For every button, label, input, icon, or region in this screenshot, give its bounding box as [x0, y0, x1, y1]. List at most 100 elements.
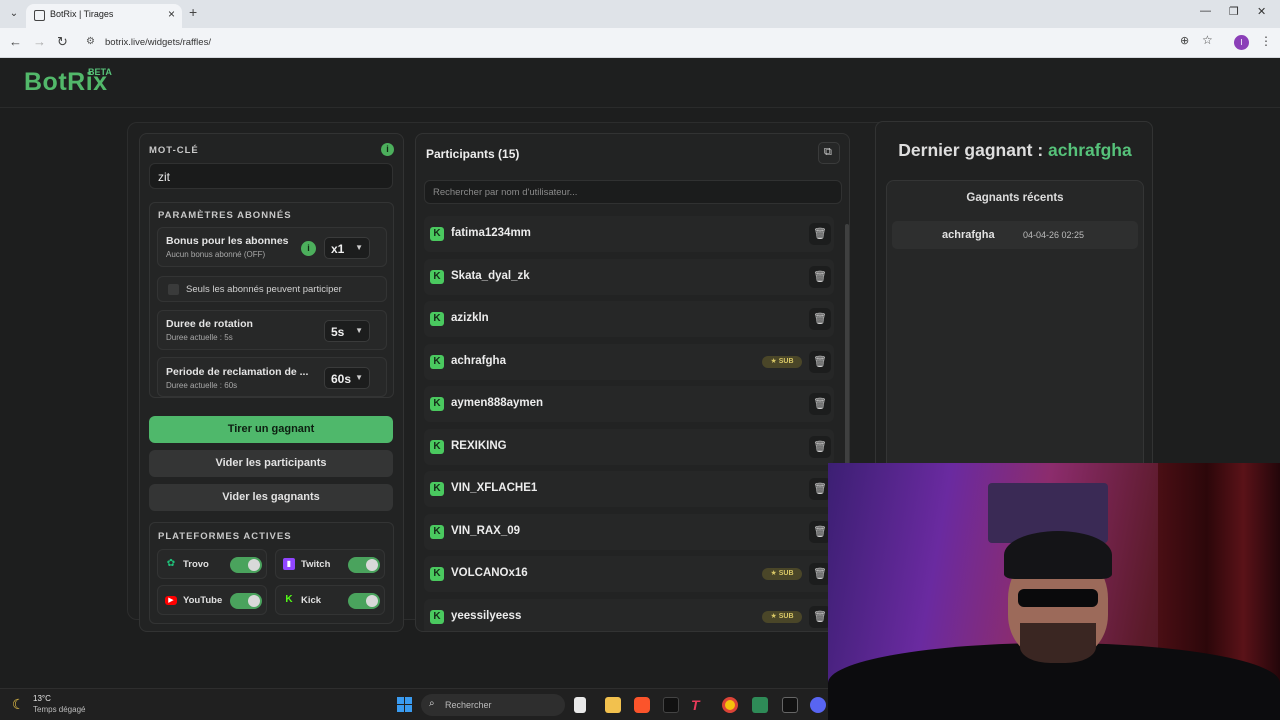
clear-winners-button[interactable]: Vider les gagnants	[149, 484, 393, 511]
site-info-icon[interactable]: ⚙	[86, 36, 95, 47]
discord-icon[interactable]	[810, 697, 826, 713]
trash-icon[interactable]: 🗑	[809, 223, 831, 245]
text-app-icon[interactable]: T	[691, 697, 707, 713]
participant-search-input[interactable]: Rechercher par nom d'utilisateur...	[424, 180, 842, 204]
keyword-input[interactable]: zit	[149, 163, 393, 189]
platform-name: Twitch	[301, 559, 331, 570]
recent-winner-row: achrafgha 04-04-26 02:25	[892, 221, 1138, 249]
app-icon[interactable]	[752, 697, 768, 713]
recent-winner-date: 04-04-26 02:25	[1023, 230, 1085, 240]
claim-select-value: 60s	[331, 372, 352, 386]
webcam-person-beard	[1020, 623, 1096, 663]
kick-icon: K	[430, 397, 444, 411]
tab-list-icon[interactable]: ⌄	[8, 7, 20, 21]
sub-badge: ★ SUB	[762, 568, 802, 580]
youtube-toggle[interactable]	[230, 593, 262, 609]
info-icon[interactable]: i	[381, 143, 394, 156]
bonus-subtitle: Aucun bonus abonné (OFF)	[166, 250, 266, 259]
participant-name: REXIKING	[451, 439, 507, 452]
moon-icon[interactable]: ☾	[12, 696, 25, 713]
taskbar-search[interactable]: ⌕ Rechercher	[421, 694, 565, 716]
subs-section-label: PARAMÈTRES ABONNÉS	[158, 210, 292, 221]
claim-select[interactable]: 60s ▼	[324, 367, 370, 389]
capcut-icon[interactable]	[782, 697, 798, 713]
trash-icon[interactable]: 🗑	[809, 308, 831, 330]
new-tab-icon[interactable]: +	[189, 4, 197, 20]
chevron-down-icon: ▼	[355, 373, 363, 382]
clear-participants-button[interactable]: Vider les participants	[149, 450, 393, 477]
tiktok-icon[interactable]	[663, 697, 679, 713]
kick-icon: K	[430, 439, 444, 454]
platform-name: YouTube	[183, 595, 223, 606]
trovo-toggle[interactable]	[230, 557, 262, 573]
webcam-person-cap	[1004, 531, 1112, 579]
trash-icon[interactable]: 🗑	[809, 393, 831, 415]
kick-icon: K	[430, 567, 444, 581]
bookmark-star-icon[interactable]: ☆	[1202, 33, 1213, 47]
keyword-value: zit	[158, 170, 170, 184]
close-icon[interactable]: ×	[168, 7, 175, 21]
bonus-select[interactable]: x1 ▼	[324, 237, 370, 259]
copy-button[interactable]: ⧉	[818, 142, 840, 164]
browser-tab-bar: ⌄ BotRix | Tirages × + — ❐ ✕	[0, 0, 1280, 28]
app-header: BotRix BETA	[0, 58, 1280, 108]
kick-icon: K	[430, 354, 444, 369]
draw-winner-button[interactable]: Tirer un gagnant	[149, 416, 393, 443]
close-window-icon[interactable]: ✕	[1257, 5, 1266, 18]
bonus-title: Bonus pour les abonnes	[166, 235, 289, 247]
trovo-icon: ✿	[166, 558, 176, 569]
back-icon[interactable]: ←	[9, 34, 22, 49]
participant-row: Kfatima1234mm 🗑	[424, 216, 834, 252]
file-explorer-icon[interactable]	[605, 697, 621, 713]
participant-row: Kaymen888aymen 🗑	[424, 386, 834, 422]
bonus-info-icon[interactable]: i	[301, 241, 316, 256]
subs-only-row[interactable]: Seuls les abonnés peuvent participer	[157, 276, 387, 302]
trash-icon[interactable]: 🗑	[809, 350, 831, 373]
reload-icon[interactable]: ↻	[57, 34, 68, 50]
twitch-toggle[interactable]	[348, 557, 380, 573]
recent-winners-box: Gagnants récents achrafgha 04-04-26 02:2…	[886, 180, 1144, 480]
browser-tab[interactable]: BotRix | Tirages ×	[26, 4, 182, 28]
trash-icon[interactable]: 🗑	[809, 435, 831, 458]
participant-row: Kyeessilyeess ★ SUB 🗑	[424, 598, 834, 631]
trash-icon[interactable]: 🗑	[809, 265, 831, 288]
rotation-title: Duree de rotation	[166, 318, 253, 330]
search-placeholder: Rechercher par nom d'utilisateur...	[433, 187, 578, 198]
participant-row: Kazizkln 🗑	[424, 301, 834, 337]
platforms-section: PLATEFORMES ACTIVES ✿ Trovo ▮ Twitch ▶ Y…	[149, 522, 394, 624]
task-view-icon[interactable]	[574, 697, 586, 713]
forward-icon[interactable]: →	[33, 34, 46, 49]
minimize-icon[interactable]: —	[1200, 5, 1211, 17]
webcam-overlay	[828, 463, 1280, 720]
settings-panel: MOT-CLÉ i zit PARAMÈTRES ABONNÉS Bonus p…	[139, 133, 404, 632]
weather-temp: 13°C	[33, 694, 51, 703]
rotation-subtitle: Duree actuelle : 5s	[166, 333, 233, 342]
participant-row: K REXIKING 🗑	[424, 428, 834, 465]
participant-name: azizkln	[451, 312, 489, 324]
kick-toggle[interactable]	[348, 593, 380, 609]
participant-name: fatima1234mm	[451, 227, 531, 239]
rotation-row: Duree de rotation Duree actuelle : 5s 5s…	[157, 310, 387, 350]
chevron-down-icon: ▼	[355, 243, 363, 252]
profile-avatar[interactable]: I	[1234, 35, 1249, 50]
kick-icon: K	[430, 609, 444, 624]
url-field[interactable]: ⚙ botrix.live/widgets/raffles/	[80, 32, 1200, 54]
participant-name: VIN_XFLACHE1	[451, 482, 538, 494]
brave-icon[interactable]	[634, 697, 650, 713]
participant-name: VIN_RAX_09	[451, 524, 521, 537]
subs-only-checkbox[interactable]	[168, 284, 179, 295]
recent-winner-name: achrafgha	[942, 229, 995, 241]
participant-name: Skata_dyal_zk	[451, 269, 530, 282]
winner-name: achrafgha	[1048, 140, 1132, 160]
zoom-icon[interactable]: ⊕	[1180, 34, 1189, 47]
start-icon[interactable]	[397, 697, 412, 712]
restore-icon[interactable]: ❐	[1229, 5, 1239, 18]
claim-title: Periode de reclamation de ...	[166, 366, 309, 378]
kick-icon: K	[430, 312, 444, 326]
platform-name: Kick	[301, 595, 322, 606]
participant-row: Kachrafgha ★ SUB 🗑	[424, 343, 834, 380]
rotation-select[interactable]: 5s ▼	[324, 320, 370, 342]
platform-youtube: ▶ YouTube	[157, 585, 267, 615]
chrome-icon[interactable]	[722, 697, 738, 713]
menu-icon[interactable]: ⋮	[1260, 34, 1272, 48]
